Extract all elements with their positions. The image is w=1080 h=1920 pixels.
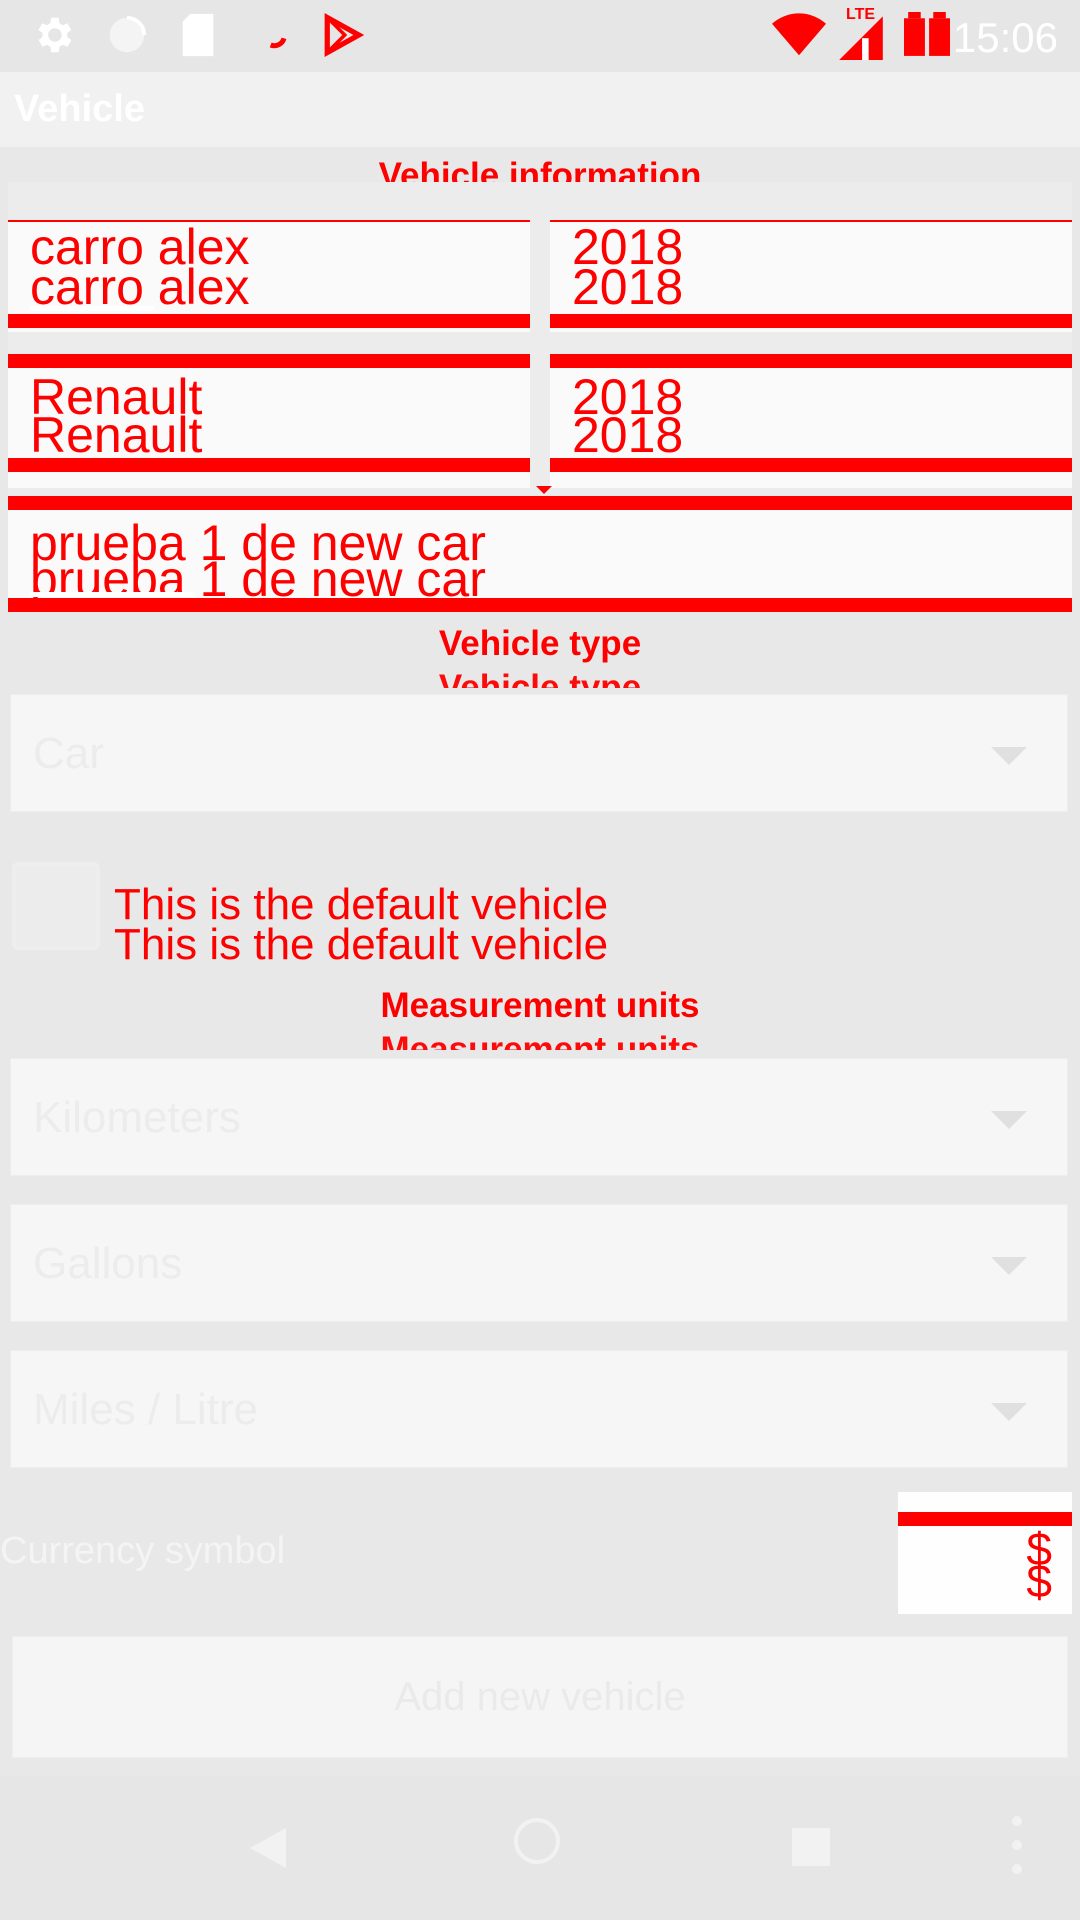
recents-icon[interactable] [792,1828,830,1866]
settings-icon [30,12,76,63]
sync-icon [104,12,150,63]
default-vehicle-checkbox[interactable] [12,862,100,950]
sd-card-icon [178,12,218,63]
vehicle-model-year-echo: 2018 [572,407,684,463]
network-label: LTE [846,6,876,23]
currency-symbol-field[interactable]: $ $ [898,1492,1072,1614]
field-underline [8,314,530,328]
volume-unit-selected: Gallons [33,1239,183,1288]
text-cursor-handle [30,592,194,597]
add-vehicle-button[interactable]: Add new vehicle [12,1636,1068,1758]
vehicle-model-field[interactable]: prueba 1 de new car prueba 1 de new car [8,496,1072,612]
vehicle-name-echo: carro alex [30,259,250,315]
vehicle-model-year-field[interactable]: 2018 2018 [550,354,1072,488]
distance-unit-selected: Kilometers [33,1093,241,1142]
app-bar: Vehicle [0,72,1080,147]
caret-down-icon [536,486,552,494]
measurement-units-title: Measurement units [380,986,700,1025]
vehicle-type-title: Vehicle type [438,624,642,663]
battery-icon [900,12,954,63]
play-store-icon [322,12,365,63]
vehicle-make-echo: Renault [30,407,203,463]
currency-symbol-echo: $ [1026,1555,1052,1607]
currency-symbol-label: Currency symbol [0,1530,286,1572]
chevron-down-icon [991,1403,1027,1421]
volume-unit-dropdown[interactable]: Gallons [10,1204,1068,1322]
wifi-icon [772,12,826,63]
chevron-down-icon [991,747,1027,765]
loading-icon [254,12,294,63]
field-underline [550,458,1072,472]
back-icon[interactable] [250,1828,286,1868]
default-vehicle-label-echo: This is the default vehicle [114,920,609,969]
text-cursor-handle [30,306,154,311]
vehicle-name-field[interactable]: carro alex carro alex [8,220,530,332]
consumption-unit-selected: Miles / Litre [33,1385,258,1434]
vehicle-make-field[interactable]: Renault Renault [8,354,530,488]
home-icon[interactable] [514,1818,560,1864]
field-mask [513,510,1072,598]
status-time: 15:06 [952,14,1058,61]
signal-icon: LTE [834,6,888,65]
status-bar: LTE 15:06 [0,0,1080,72]
vehicle-information-panel: carro alex carro alex 2018 2018 Renault … [8,182,1072,612]
consumption-unit-dropdown[interactable]: Miles / Litre [10,1350,1068,1468]
screen: LTE 15:06 Vehicle Vehicle information ca… [0,0,1080,1920]
more-options-icon[interactable] [1012,1816,1022,1876]
navigation-bar [0,1776,1080,1920]
field-underline [8,598,1072,612]
vehicle-year-echo: 2018 [572,259,684,315]
field-underline [8,458,530,472]
field-underline [550,314,1072,328]
distance-unit-dropdown[interactable]: Kilometers [10,1058,1068,1176]
vehicle-year-field[interactable]: 2018 2018 [550,220,1072,332]
chevron-down-icon [991,1257,1027,1275]
chevron-down-icon [991,1111,1027,1129]
vehicle-type-selected: Car [33,729,104,778]
page-title: Vehicle [14,88,145,130]
vehicle-type-dropdown[interactable]: Car [10,694,1068,812]
